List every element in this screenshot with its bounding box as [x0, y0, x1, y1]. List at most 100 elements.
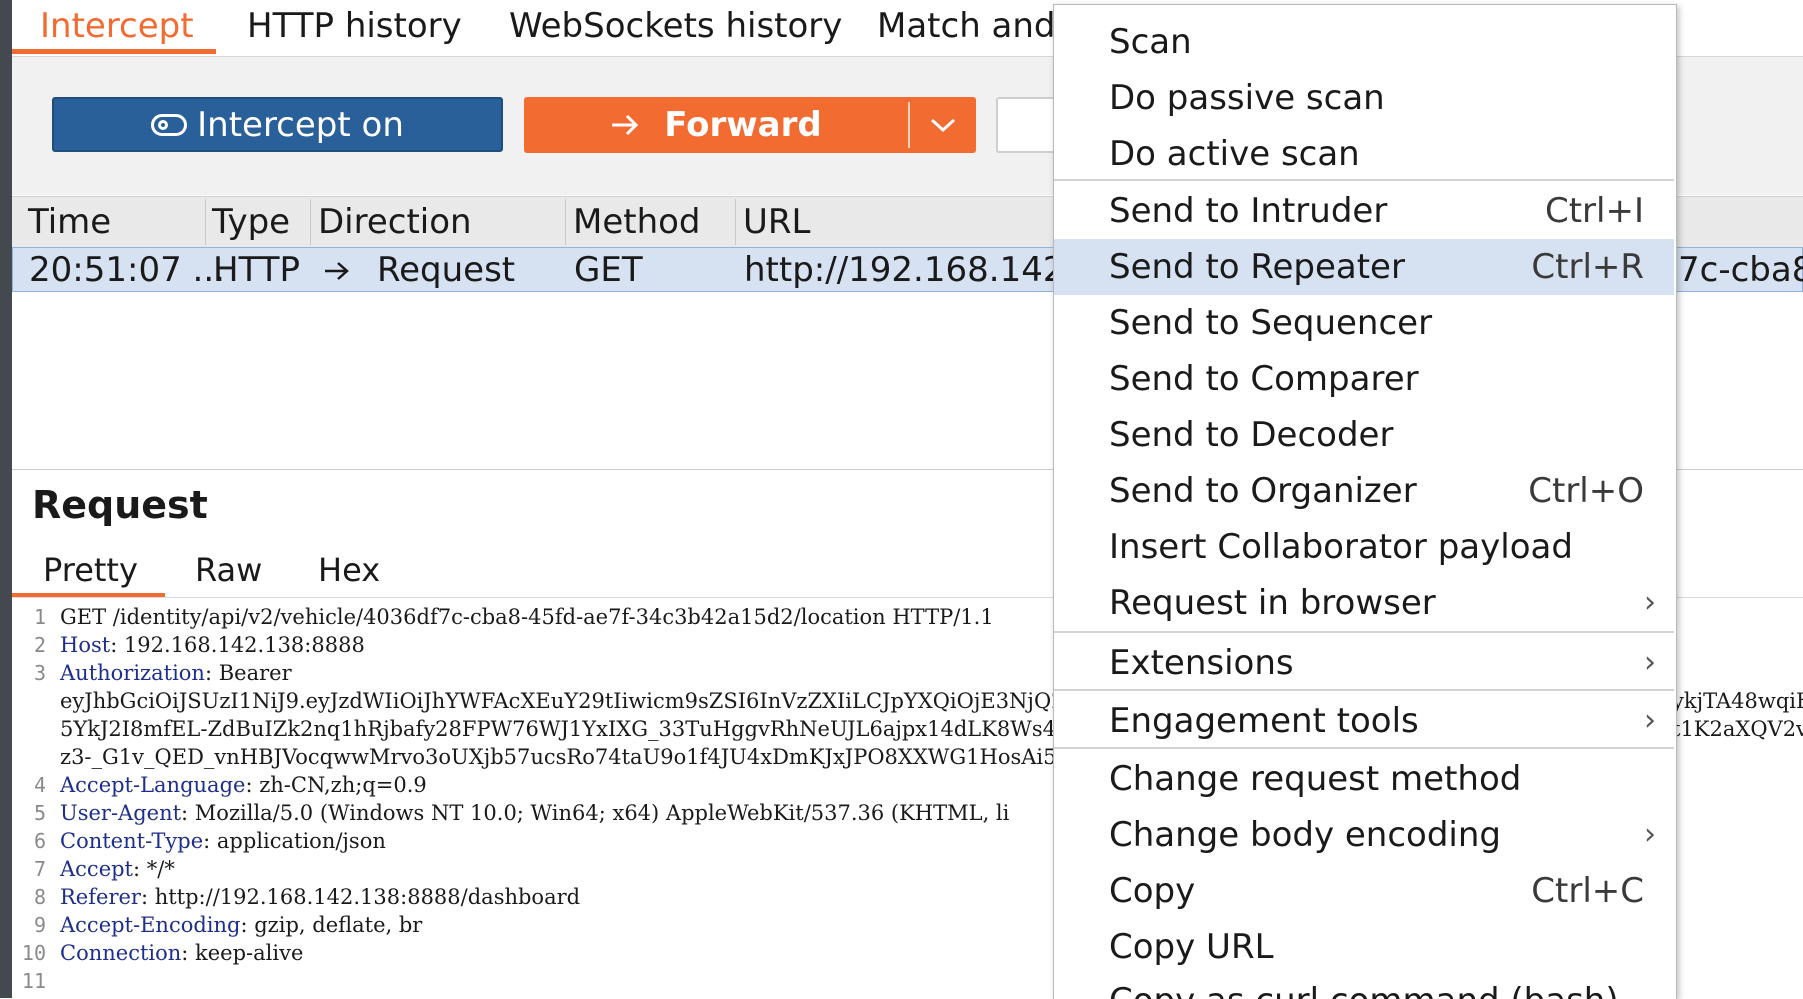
arrow-right-icon [612, 114, 639, 136]
header-value: : */* [133, 857, 175, 881]
drop-button[interactable] [996, 97, 1056, 153]
header-name: Accept [60, 857, 133, 881]
menu-item-send-to-decoder[interactable]: Send to Decoder [1054, 407, 1674, 463]
menu-item-change-request-method[interactable]: Change request method [1054, 751, 1674, 807]
intercept-toggle-button[interactable]: Intercept on [52, 97, 503, 152]
active-tab-indicator [12, 49, 216, 54]
header-name: Connection [60, 941, 182, 965]
tab-intercept[interactable]: Intercept [40, 4, 194, 48]
menu-item-label: Insert Collaborator payload [1109, 527, 1573, 567]
menu-item-request-in-browser[interactable]: Request in browser › [1054, 575, 1674, 631]
menu-item-label: Change body encoding [1109, 815, 1501, 855]
menu-item-copy-url[interactable]: Copy URL [1054, 919, 1674, 975]
column-direction[interactable]: Direction [318, 201, 472, 243]
menu-item-insert-collaborator-payload[interactable]: Insert Collaborator payload [1054, 519, 1674, 575]
header-value: : gzip, deflate, br [240, 913, 423, 937]
tab-websockets-history[interactable]: WebSockets history [509, 4, 842, 48]
column-url[interactable]: URL [743, 201, 810, 243]
column-time[interactable]: Time [28, 201, 111, 243]
header-name: Accept-Encoding [60, 913, 241, 937]
header-name: Referer [60, 885, 141, 909]
line-number: 2 [33, 633, 46, 657]
line-number: 6 [33, 829, 46, 853]
menu-shortcut: Ctrl+I [1544, 191, 1644, 231]
chevron-right-icon: › [1644, 817, 1656, 852]
menu-shortcut: Ctrl+R [1531, 247, 1644, 287]
header-name: Host [60, 633, 111, 657]
column-type[interactable]: Type [212, 201, 290, 243]
subtab-raw[interactable]: Raw [195, 548, 262, 592]
menu-item-label: Send to Sequencer [1109, 303, 1433, 343]
cell-type: HTTP [213, 250, 301, 290]
menu-separator [1054, 747, 1674, 749]
token-fragment-overflow: t1K2aXQV2vV [1672, 717, 1803, 741]
menu-item-label: Copy as curl command (bash) [1109, 973, 1619, 999]
arrow-right-icon [325, 262, 349, 280]
line-number: 10 [21, 941, 46, 965]
menu-shortcut: Ctrl+C [1531, 871, 1644, 911]
menu-item-copy[interactable]: Copy Ctrl+C [1054, 863, 1674, 919]
forward-button-group: Forward [524, 97, 976, 153]
menu-item-send-to-organizer[interactable]: Send to Organizer Ctrl+O [1054, 463, 1674, 519]
chevron-right-icon: › [1644, 645, 1656, 680]
header-name: Authorization [60, 661, 205, 685]
menu-item-passive-scan[interactable]: Do passive scan [1054, 70, 1674, 126]
tab-match-and-replace[interactable]: Match and [877, 4, 1056, 48]
header-value: : zh-CN,zh;q=0.9 [245, 773, 427, 797]
column-divider [310, 199, 311, 245]
column-method[interactable]: Method [573, 201, 701, 243]
header-value: : application/json [203, 829, 386, 853]
cell-url-overflow: 7c-cba8-4 [1678, 250, 1803, 290]
menu-item-label: Copy [1109, 871, 1196, 911]
menu-item-send-to-sequencer[interactable]: Send to Sequencer [1054, 295, 1674, 351]
token-fragment-overflow: ykjTA48wqiH [1672, 689, 1803, 713]
header-name: Content-Type [60, 829, 204, 853]
header-value: : keep-alive [181, 941, 304, 965]
chevron-right-icon: › [1644, 703, 1656, 738]
token-fragment: 5YkJ2I8mfEL-ZdBuIZk2nq1hRjbafy28FPW76WJ1… [60, 717, 1161, 741]
menu-separator [1054, 179, 1674, 181]
menu-item-label: Send to Organizer [1109, 471, 1417, 511]
menu-separator [1054, 689, 1674, 691]
line-number: 11 [21, 969, 46, 993]
header-value: : 192.168.142.138:8888 [110, 633, 365, 657]
intercept-toggle-label: Intercept on [197, 104, 404, 145]
header-value: : http://192.168.142.138:8888/dashboard [140, 885, 581, 909]
menu-item-send-to-comparer[interactable]: Send to Comparer [1054, 351, 1674, 407]
forward-button[interactable]: Forward [524, 97, 908, 153]
subtab-hex[interactable]: Hex [318, 548, 380, 592]
menu-item-change-body-encoding[interactable]: Change body encoding › [1054, 807, 1674, 863]
menu-item-label: Scan [1109, 22, 1192, 62]
forward-label: Forward [664, 105, 822, 145]
menu-item-send-to-intruder[interactable]: Send to Intruder Ctrl+I [1054, 183, 1674, 239]
column-divider [565, 199, 566, 245]
menu-item-label: Send to Comparer [1109, 359, 1419, 399]
tab-http-history[interactable]: HTTP history [247, 4, 462, 48]
menu-item-copy-as-curl[interactable]: Copy as curl command (bash) [1054, 973, 1674, 999]
menu-item-label: Send to Decoder [1109, 415, 1394, 455]
forward-dropdown-button[interactable] [910, 97, 976, 153]
menu-item-extensions[interactable]: Extensions › [1054, 635, 1674, 691]
request-panel-title: Request [32, 483, 208, 527]
token-fragment: eyJhbGciOiJSUzI1NiJ9.eyJzdWIiOiJhYWFAcXE… [60, 689, 1094, 713]
line-number: 3 [33, 661, 46, 685]
menu-item-send-to-repeater[interactable]: Send to Repeater Ctrl+R [1054, 239, 1674, 295]
menu-item-active-scan[interactable]: Do active scan [1054, 126, 1674, 182]
subtab-pretty[interactable]: Pretty [43, 548, 138, 592]
token-fragment: z3-_G1v_QED_vnHBJVocqwwMrvo3oUXjb57ucsRo… [60, 745, 1183, 769]
menu-item-label: Change request method [1109, 759, 1522, 799]
menu-item-label: Request in browser [1109, 583, 1436, 623]
header-name: User-Agent [60, 801, 182, 825]
context-menu: Scan Do passive scan Do active scan Send… [1053, 4, 1677, 999]
cell-direction: Request [377, 250, 516, 290]
chevron-right-icon: › [1644, 585, 1656, 620]
menu-item-scan[interactable]: Scan [1054, 14, 1674, 70]
header-name: Accept-Language [60, 773, 246, 797]
menu-item-label: Extensions [1109, 643, 1294, 683]
menu-item-label: Copy URL [1109, 927, 1274, 967]
menu-item-engagement-tools[interactable]: Engagement tools › [1054, 693, 1674, 749]
header-value: : Bearer [204, 661, 292, 685]
menu-item-label: Send to Repeater [1109, 247, 1405, 287]
cell-method: GET [574, 250, 643, 290]
column-divider [735, 199, 736, 245]
